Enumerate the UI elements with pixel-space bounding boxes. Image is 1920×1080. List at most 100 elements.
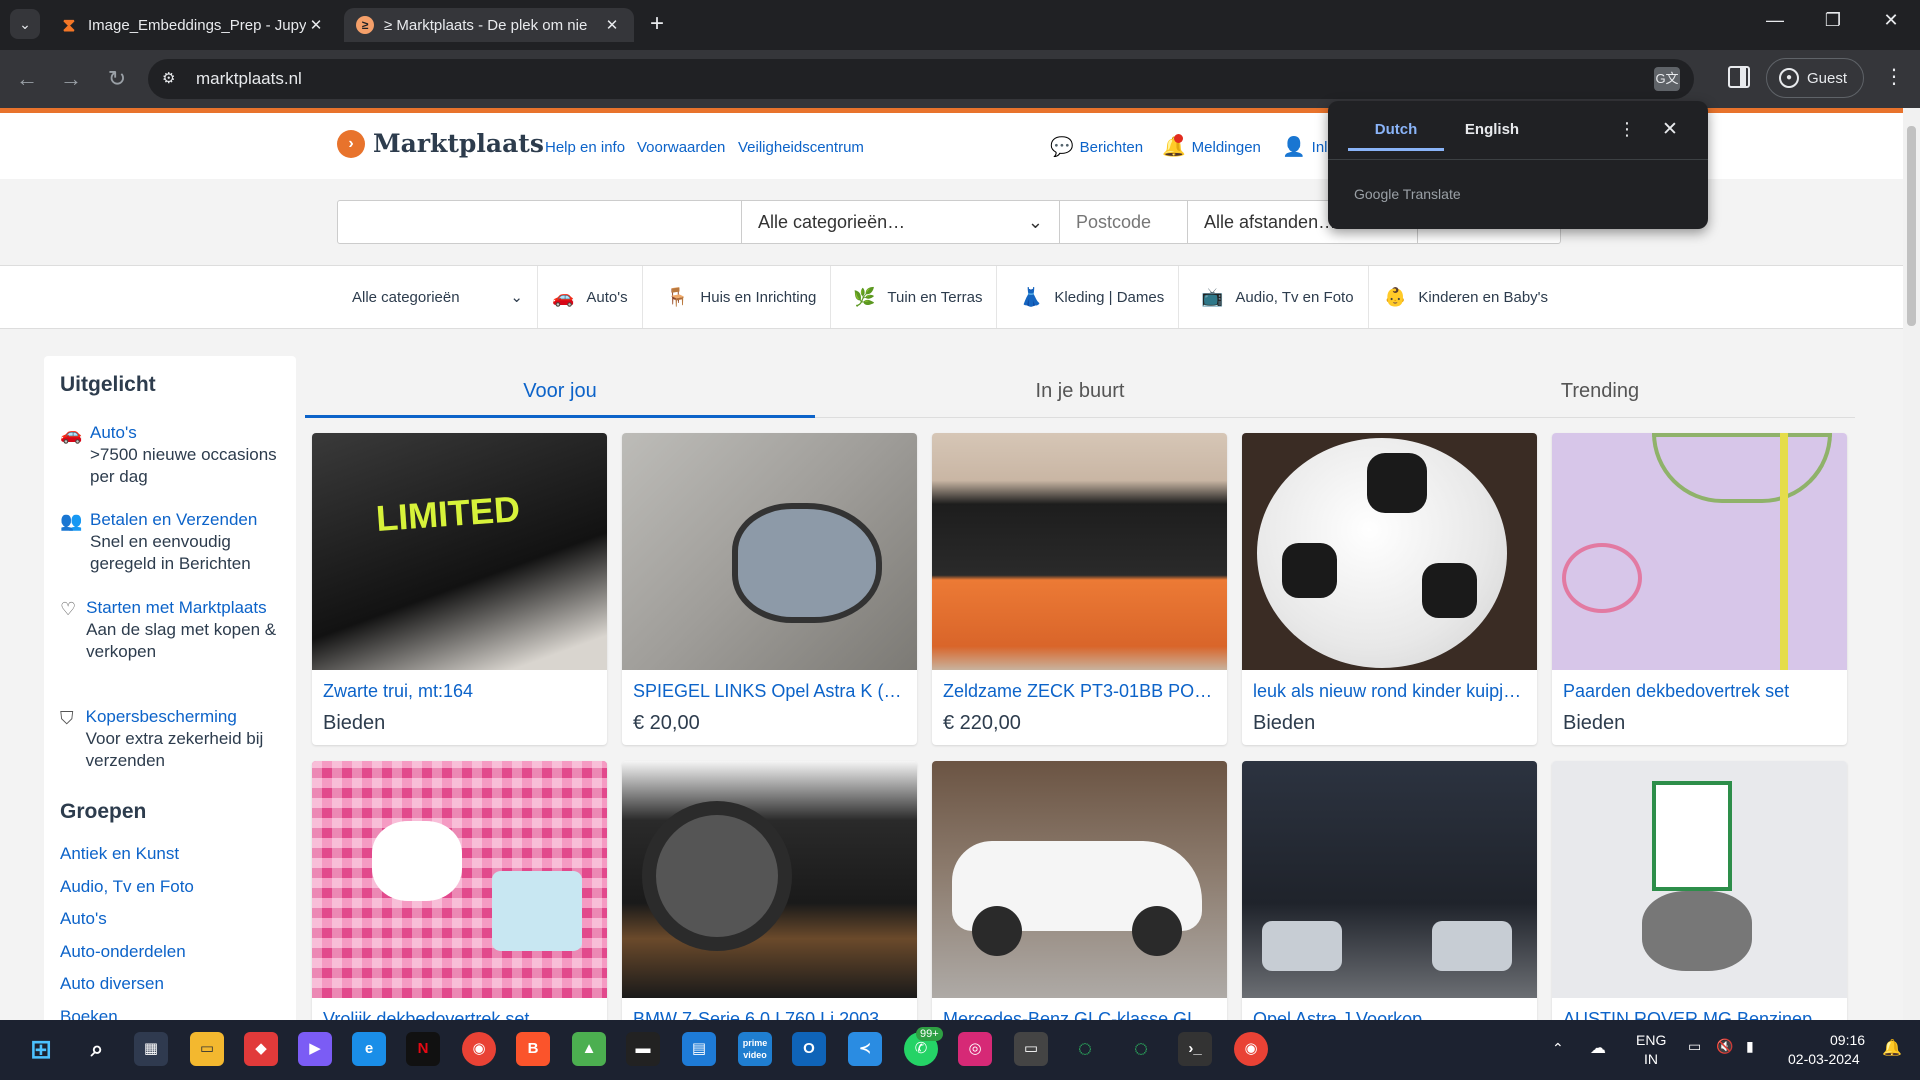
outlook-icon[interactable]: O	[792, 1032, 826, 1066]
listing-title[interactable]: Opel Astra J Voorkop	[1253, 1009, 1528, 1020]
notification-bell-icon[interactable]: 🔔	[1882, 1038, 1902, 1058]
group-link[interactable]: Audio, Tv en Foto	[60, 877, 194, 897]
featured-item-betalen[interactable]: 👥 Betalen en Verzenden Snel en eenvoudig …	[60, 509, 290, 575]
group-link[interactable]: Auto's	[60, 909, 107, 929]
app-blue-icon[interactable]: ▤	[682, 1032, 716, 1066]
close-tab-icon[interactable]: ✕	[602, 16, 622, 34]
vscode-icon[interactable]: ≺	[848, 1032, 882, 1066]
lang-tab-dutch[interactable]: Dutch	[1348, 121, 1444, 151]
close-window-icon[interactable]: ✕	[1868, 10, 1914, 31]
voorwaarden-link[interactable]: Voorwaarden	[637, 139, 725, 156]
input-lang[interactable]: ENG	[1636, 1032, 1666, 1048]
group-link[interactable]: Auto diversen	[60, 974, 164, 994]
marktplaats-logo[interactable]: › Marktplaats	[337, 129, 544, 158]
tab-in-je-buurt[interactable]: In je buurt	[825, 366, 1335, 418]
terminal-icon[interactable]: ▬	[626, 1032, 660, 1066]
lang-tab-english[interactable]: English	[1444, 121, 1540, 148]
instagram-icon[interactable]: ◎	[958, 1032, 992, 1066]
postcode-input[interactable]: Postcode	[1060, 201, 1188, 243]
profile-button[interactable]: ● Guest	[1766, 58, 1864, 98]
listing-title[interactable]: SPIEGEL LINKS Opel Astra K (01-2015/12-2…	[633, 681, 908, 702]
featured-link[interactable]: Starten met Marktplaats	[86, 597, 290, 619]
side-panel-icon[interactable]	[1728, 66, 1750, 88]
listing-card[interactable]: Opel Astra J Voorkop	[1242, 761, 1537, 1020]
volume-muted-icon[interactable]: 🔇	[1716, 1038, 1733, 1055]
featured-item-autos[interactable]: 🚗 Auto's >7500 nieuwe occasions per dag	[60, 422, 290, 488]
listing-title[interactable]: Paarden dekbedovertrek set	[1563, 681, 1838, 702]
listing-card[interactable]: Vrolijk dekbedovertrek set	[312, 761, 607, 1020]
listing-card[interactable]: AUSTIN ROVER MG Benzinepomp	[1552, 761, 1847, 1020]
translate-icon[interactable]: G文	[1654, 67, 1680, 91]
minimize-icon[interactable]: —	[1752, 10, 1798, 31]
onedrive-icon[interactable]: ☁	[1590, 1038, 1606, 1058]
featured-item-kopersbescherming[interactable]: ⛉ Kopersbescherming Voor extra zekerheid …	[60, 706, 290, 772]
cat-autos[interactable]: 🚗 Auto's	[538, 266, 643, 328]
back-icon[interactable]: ←	[12, 64, 42, 94]
app-green-ring-icon[interactable]: ◌	[1068, 1032, 1102, 1066]
search-icon[interactable]: ⌕	[80, 1032, 114, 1066]
featured-link[interactable]: Betalen en Verzenden	[90, 509, 290, 531]
category-select[interactable]: Alle categorieën… ⌄	[742, 201, 1060, 243]
group-link[interactable]: Boeken	[60, 1007, 118, 1020]
clock-date[interactable]: 02-03-2024	[1788, 1051, 1860, 1067]
listing-title[interactable]: Zeldzame ZECK PT3-01BB POWER AMP	[943, 681, 1218, 702]
featured-link[interactable]: Auto's	[90, 422, 290, 444]
cat-kinderen[interactable]: 👶 Kinderen en Baby's	[1370, 266, 1562, 328]
windows-start-icon[interactable]: ⊞	[24, 1032, 58, 1066]
listing-card[interactable]: Paarden dekbedovertrek set Bieden	[1552, 433, 1847, 745]
netflix-icon[interactable]: N	[406, 1032, 440, 1066]
restore-icon[interactable]: ❐	[1810, 10, 1856, 31]
listing-card[interactable]: Zeldzame ZECK PT3-01BB POWER AMP € 220,0…	[932, 433, 1227, 745]
listing-title[interactable]: leuk als nieuw rond kinder kuipje voetba…	[1253, 681, 1528, 702]
search-input[interactable]	[338, 201, 742, 243]
listing-card[interactable]: BMW 7-Serie 6.0 I 760 Li 2003 neo	[622, 761, 917, 1020]
listing-title[interactable]: AUSTIN ROVER MG Benzinepomp	[1563, 1009, 1838, 1020]
featured-item-starten[interactable]: ♡ Starten met Marktplaats Aan de slag met…	[60, 597, 290, 663]
reload-icon[interactable]: ↻	[102, 64, 132, 94]
meldingen-link[interactable]: 🔔 Meldingen	[1162, 134, 1261, 159]
chrome-active-icon[interactable]: ◉	[1234, 1032, 1268, 1066]
brave-icon[interactable]: B	[516, 1032, 550, 1066]
veiligheidscentrum-link[interactable]: Veiligheidscentrum	[738, 139, 864, 156]
clock-time[interactable]: 09:16	[1830, 1032, 1865, 1048]
page-scrollbar[interactable]	[1903, 108, 1920, 1020]
app-green-ring-icon-2[interactable]: ◌	[1124, 1032, 1158, 1066]
close-tab-icon[interactable]: ✕	[306, 16, 326, 34]
file-explorer-icon[interactable]: ▭	[190, 1032, 224, 1066]
listing-card[interactable]: SPIEGEL LINKS Opel Astra K (01-2015/12-2…	[622, 433, 917, 745]
berichten-link[interactable]: 💬 Berichten	[1050, 135, 1143, 159]
tab-trending[interactable]: Trending	[1345, 366, 1855, 418]
listing-card[interactable]: Mercedes-Benz GLC-klasse GLC6	[932, 761, 1227, 1020]
cat-kleding[interactable]: 👗 Kleding | Dames	[1006, 266, 1180, 328]
close-icon[interactable]: ✕	[1662, 118, 1678, 141]
listing-title[interactable]: BMW 7-Serie 6.0 I 760 Li 2003 neo	[633, 1009, 908, 1020]
edge-icon[interactable]: e	[352, 1032, 386, 1066]
powershell-icon[interactable]: ›_	[1178, 1032, 1212, 1066]
scrollbar-thumb[interactable]	[1907, 126, 1916, 326]
cat-audio[interactable]: 📺 Audio, Tv en Foto	[1187, 266, 1369, 328]
cat-huis[interactable]: 🪑 Huis en Inrichting	[652, 266, 832, 328]
chrome-menu-icon[interactable]: ⋮	[1884, 64, 1904, 89]
cat-tuin[interactable]: 🌿 Tuin en Terras	[839, 266, 998, 328]
site-info-icon[interactable]: ⚙	[162, 69, 175, 87]
chrome-icon[interactable]: ◉	[462, 1032, 496, 1066]
app-purple-icon[interactable]: ▶	[298, 1032, 332, 1066]
store-icon[interactable]: ▦	[134, 1032, 168, 1066]
help-link[interactable]: Help en info	[545, 139, 625, 156]
listing-title[interactable]: Mercedes-Benz GLC-klasse GLC6	[943, 1009, 1218, 1020]
listing-card[interactable]: leuk als nieuw rond kinder kuipje voetba…	[1242, 433, 1537, 745]
input-region[interactable]: IN	[1644, 1051, 1658, 1067]
listing-title[interactable]: Vrolijk dekbedovertrek set	[323, 1009, 598, 1020]
new-tab-button[interactable]: +	[650, 10, 664, 38]
browser-tab-jupyter[interactable]: ⧗ Image_Embeddings_Prep - Jupyt ✕	[48, 8, 338, 42]
tab-search-button[interactable]: ⌄	[10, 9, 40, 39]
app-gray-icon[interactable]: ▭	[1014, 1032, 1048, 1066]
featured-link[interactable]: Kopersbescherming	[86, 706, 290, 728]
cat-all[interactable]: Alle categorieën ⌄	[338, 266, 538, 328]
app-red-icon[interactable]: ◆	[244, 1032, 278, 1066]
address-bar[interactable]: ⚙ marktplaats.nl G文	[148, 59, 1694, 99]
tray-chevron-icon[interactable]: ⌃	[1552, 1040, 1564, 1057]
more-options-icon[interactable]: ⋮	[1618, 119, 1636, 140]
group-link[interactable]: Antiek en Kunst	[60, 844, 179, 864]
tab-voor-jou[interactable]: Voor jou	[305, 366, 815, 418]
